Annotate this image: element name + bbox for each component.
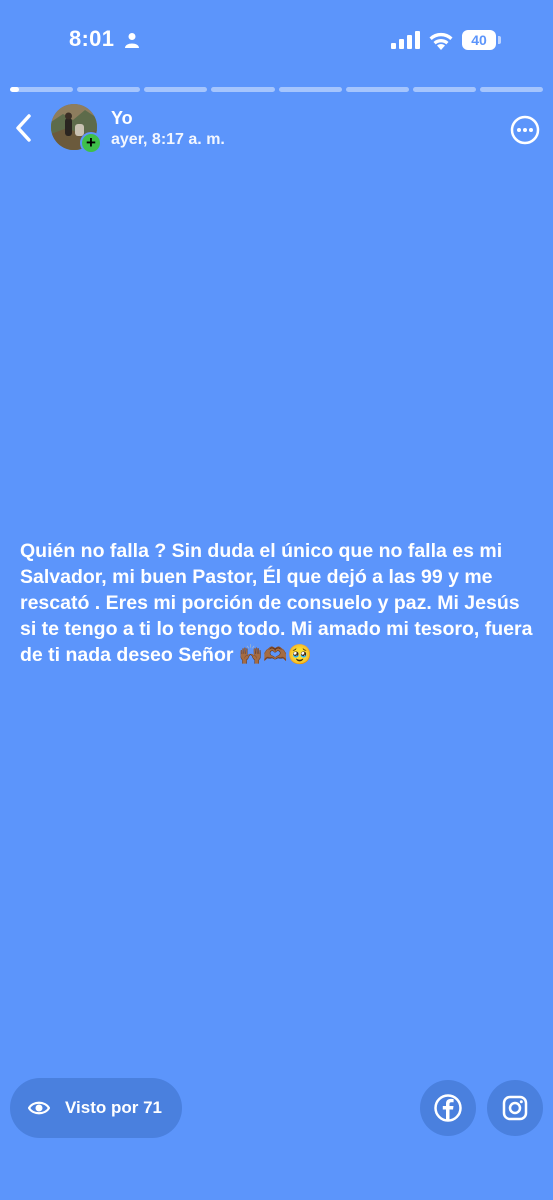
share-instagram-button[interactable] [487, 1080, 543, 1136]
more-icon[interactable] [510, 115, 540, 145]
story-text: Quién no falla ? Sin duda el único que n… [20, 538, 540, 668]
progress-segment [211, 87, 275, 92]
signal-icon [391, 31, 420, 49]
progress-segment-fill [10, 87, 20, 92]
progress-segment [10, 87, 74, 92]
story-progress-bar [10, 87, 543, 92]
post-timestamp: ayer, 8:17 a. m. [111, 131, 225, 148]
progress-segment [345, 87, 409, 92]
battery-tip [498, 36, 501, 44]
share-facebook-button[interactable] [420, 1080, 476, 1136]
add-story-badge[interactable]: + [80, 132, 102, 154]
battery-indicator: 40 [462, 30, 502, 50]
progress-segment [479, 87, 543, 92]
viewers-button[interactable]: Visto por 71 [10, 1078, 182, 1138]
author-name[interactable]: Yo [111, 108, 133, 129]
progress-segment [278, 87, 342, 92]
person-icon [125, 33, 139, 48]
views-count-label: Visto por 71 [65, 1098, 162, 1117]
back-icon[interactable] [10, 112, 38, 144]
status-time: 8:01 [69, 26, 115, 51]
story-header: + Yo ayer, 8:17 a. m. [0, 100, 553, 160]
eye-icon [28, 1101, 50, 1115]
progress-segment [77, 87, 141, 92]
instagram-icon [502, 1095, 528, 1121]
progress-segment [144, 87, 208, 92]
progress-segment [412, 87, 476, 92]
facebook-icon [434, 1094, 462, 1122]
story-emojis: 🙌🏾🫶🏾🥹 [238, 643, 312, 666]
wifi-icon [429, 32, 453, 50]
status-bar: 8:01 40 [0, 0, 553, 80]
battery-level: 40 [462, 30, 496, 50]
